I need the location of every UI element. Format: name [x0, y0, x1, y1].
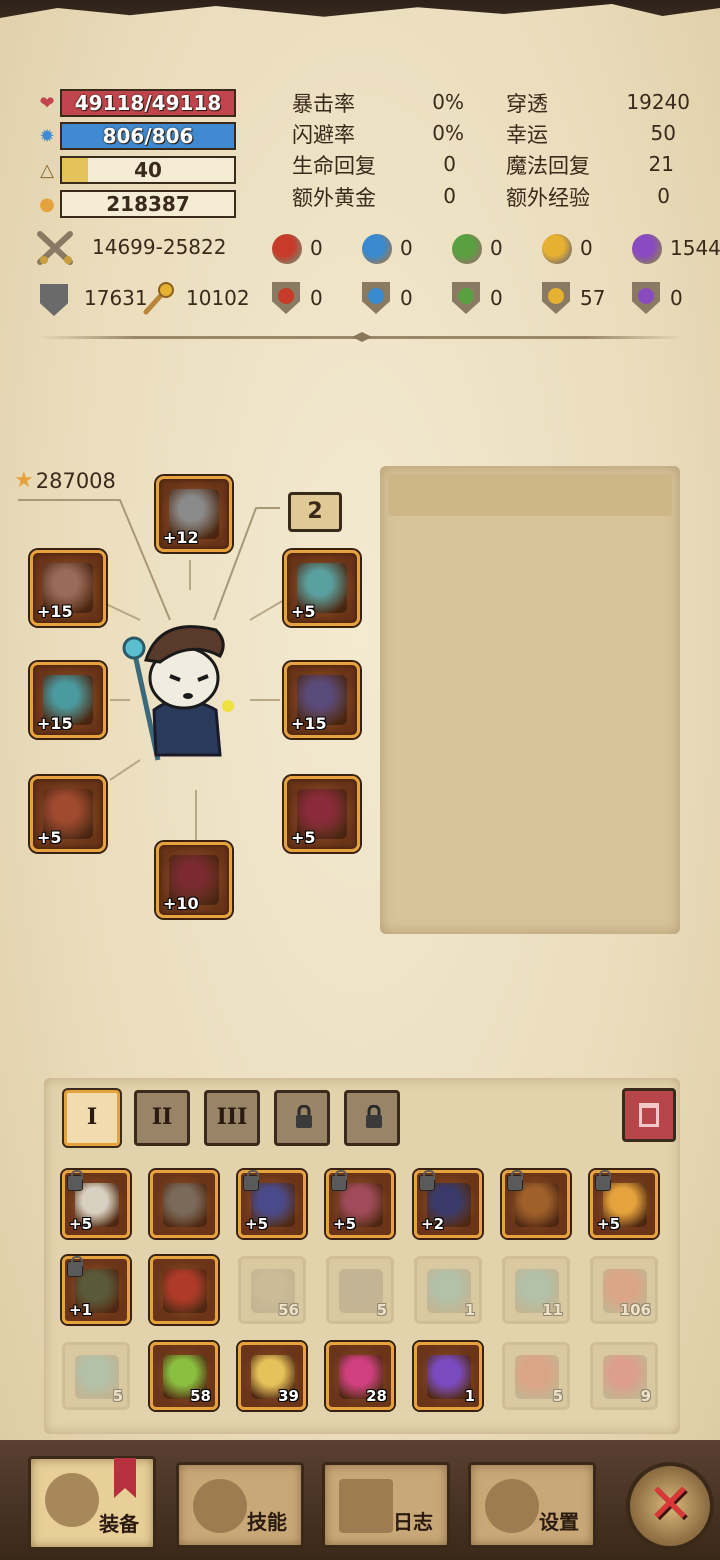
enhance-level: +1	[69, 1301, 93, 1319]
item-count: 28	[366, 1387, 387, 1405]
inventory-tab-1[interactable]: I	[64, 1090, 120, 1146]
nav-skills[interactable]: 技能	[176, 1462, 304, 1548]
gear-icon	[485, 1479, 539, 1533]
lock-icon	[419, 1170, 435, 1191]
inventory-tab-locked-4[interactable]	[274, 1090, 330, 1146]
score-value: 287008	[35, 468, 116, 493]
inventory-slot[interactable]: 58	[150, 1342, 218, 1410]
inventory-slot[interactable]: 9	[590, 1342, 658, 1410]
item-count: 56	[278, 1301, 299, 1319]
inventory-slot[interactable]: 28	[326, 1342, 394, 1410]
item-count: 39	[278, 1387, 299, 1405]
equip-slot-armor[interactable]: +15	[284, 662, 360, 738]
inventory-tab-locked-5[interactable]	[344, 1090, 400, 1146]
lock-icon	[331, 1170, 347, 1191]
book-icon	[339, 1479, 393, 1533]
item-count: 106	[619, 1301, 651, 1319]
nav-settings[interactable]: 设置	[468, 1462, 596, 1548]
item-count: 1	[464, 1387, 475, 1405]
inventory-tab-3[interactable]: III	[204, 1090, 260, 1146]
inventory-slot[interactable]: +5	[326, 1170, 394, 1238]
inventory-slot[interactable]: 11	[502, 1256, 570, 1324]
item-detail-panel	[380, 466, 680, 934]
inventory-slot[interactable]: +1	[62, 1256, 130, 1324]
demon-gloves-icon	[163, 1269, 207, 1313]
equip-slot-weapon[interactable]: +15	[30, 662, 106, 738]
item-count: 9	[640, 1387, 651, 1405]
inventory-slot[interactable]: 106	[590, 1256, 658, 1324]
item-count: 1	[464, 1301, 475, 1319]
enhance-level: +5	[37, 828, 62, 847]
enhance-level: +15	[37, 714, 73, 733]
enhance-level: +2	[421, 1215, 445, 1233]
trash-button[interactable]	[622, 1088, 676, 1142]
inventory-slot[interactable]: 5	[502, 1342, 570, 1410]
enhance-level: +5	[245, 1215, 269, 1233]
enhance-level: +5	[69, 1215, 93, 1233]
inventory-slot[interactable]: 56	[238, 1256, 306, 1324]
item-count: 58	[190, 1387, 211, 1405]
lock-icon	[67, 1170, 83, 1191]
inventory-slot[interactable]: 5	[326, 1256, 394, 1324]
skill-star-icon	[193, 1479, 247, 1533]
equip-slot-ring[interactable]: +15	[30, 550, 106, 626]
equip-slot-boots[interactable]: +10	[156, 842, 232, 918]
enhance-level: +5	[291, 828, 316, 847]
inventory-slot[interactable]	[150, 1256, 218, 1324]
equip-slot-pants[interactable]: +5	[284, 776, 360, 852]
lock-icon	[243, 1170, 259, 1191]
enhance-level: +15	[37, 602, 73, 621]
inventory-slot[interactable]	[150, 1170, 218, 1238]
star-icon: ★	[14, 468, 34, 493]
trash-icon	[639, 1103, 659, 1127]
nav-skills-label: 技能	[247, 1510, 287, 1534]
axe-icon	[45, 1473, 99, 1527]
item-count: 5	[376, 1301, 387, 1319]
inventory-slot[interactable]: 1	[414, 1342, 482, 1410]
lock-icon	[507, 1170, 523, 1191]
inventory-slot[interactable]: 39	[238, 1342, 306, 1410]
enhance-level: +15	[291, 714, 327, 733]
nav-log[interactable]: 日志	[322, 1462, 450, 1548]
equip-slot-gloves[interactable]: +5	[30, 776, 106, 852]
inventory-tab-2[interactable]: II	[134, 1090, 190, 1146]
enhance-level: +5	[291, 602, 316, 621]
equip-slot-amulet[interactable]: +5	[284, 550, 360, 626]
nav-log-label: 日志	[393, 1510, 433, 1534]
inventory-slot[interactable]: +5	[238, 1170, 306, 1238]
nav-equipment[interactable]: 装备	[28, 1456, 156, 1550]
lock-icon	[595, 1170, 611, 1191]
nav-equipment-label: 装备	[99, 1512, 139, 1536]
inventory-slot[interactable]: +5	[590, 1170, 658, 1238]
padlock-icon	[366, 1105, 382, 1128]
inventory-slot[interactable]: +5	[62, 1170, 130, 1238]
equipment-score: ★ 287008	[14, 468, 116, 493]
padlock-icon	[296, 1105, 312, 1128]
enhance-level: +12	[163, 528, 199, 547]
inventory-slot[interactable]: 5	[62, 1342, 130, 1410]
equip-slot-helmet[interactable]: +12	[156, 476, 232, 552]
enhance-level: +5	[333, 1215, 357, 1233]
nav-settings-label: 设置	[539, 1510, 579, 1534]
close-button[interactable]: ✕	[626, 1462, 714, 1550]
item-count: 11	[542, 1301, 563, 1319]
inventory-slot[interactable]: 1	[414, 1256, 482, 1324]
lock-icon	[67, 1256, 83, 1277]
enhance-level: +10	[163, 894, 199, 913]
inventory-slot[interactable]	[502, 1170, 570, 1238]
hero-character	[120, 610, 240, 770]
mystery-helm-icon	[163, 1183, 207, 1227]
item-count: 5	[112, 1387, 123, 1405]
item-count: 5	[552, 1387, 563, 1405]
close-icon: ✕	[647, 1472, 693, 1535]
item-detail-header	[388, 474, 672, 516]
enhance-level: +5	[597, 1215, 621, 1233]
inventory-slot[interactable]: +2	[414, 1170, 482, 1238]
slot-count-badge[interactable]: 2	[288, 492, 342, 532]
